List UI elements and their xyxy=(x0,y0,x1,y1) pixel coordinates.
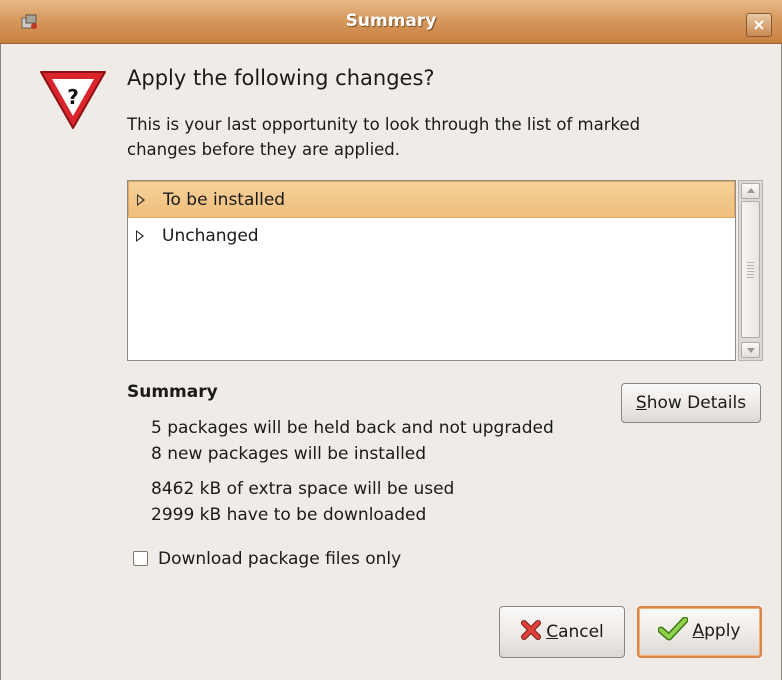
scroll-down-arrow-icon[interactable] xyxy=(741,342,760,358)
expander-arrow-icon[interactable] xyxy=(137,194,145,206)
download-only-checkbox[interactable] xyxy=(133,550,148,566)
tree-scrollbar[interactable] xyxy=(738,180,763,361)
tree-row-label: Unchanged xyxy=(162,226,259,246)
tree-row-unchanged[interactable]: Unchanged xyxy=(128,218,735,255)
checkmark-icon xyxy=(658,617,689,641)
summary-line: 8462 kB of extra space will be used xyxy=(151,479,455,499)
question-warning-icon: ? xyxy=(40,71,106,129)
tree-row-to-be-installed[interactable]: To be installed xyxy=(128,181,735,218)
close-button[interactable]: × xyxy=(746,13,772,37)
expander-arrow-icon[interactable] xyxy=(136,230,144,242)
scroll-up-arrow-icon[interactable] xyxy=(741,183,760,199)
apply-button[interactable]: Apply xyxy=(637,606,762,658)
button-label: ancel xyxy=(558,622,604,642)
dialog-heading: Apply the following changes? xyxy=(127,66,435,90)
checkbox-label: Download package files only xyxy=(158,549,402,569)
tree-row-label: To be installed xyxy=(163,190,286,210)
changes-tree[interactable]: To be installed Unchanged xyxy=(127,180,736,361)
button-label: how Details xyxy=(646,393,747,413)
cancel-x-icon xyxy=(521,620,542,640)
dialog-description: This is your last opportunity to look th… xyxy=(127,115,641,159)
button-label: pply xyxy=(704,621,741,641)
show-details-button[interactable]: Show Details xyxy=(621,383,761,423)
summary-line: 2999 kB have to be downloaded xyxy=(151,505,427,525)
summary-line: 5 packages will be held back and not upg… xyxy=(151,418,554,438)
download-only-option[interactable]: Download package files only xyxy=(133,549,401,569)
window-titlebar[interactable]: Summary × xyxy=(0,0,782,44)
scroll-thumb[interactable] xyxy=(741,201,760,338)
cancel-button[interactable]: Cancel xyxy=(499,606,625,658)
summary-line: 8 new packages will be installed xyxy=(151,444,427,464)
mnemonic: S xyxy=(635,393,647,413)
mnemonic: A xyxy=(692,621,705,641)
summary-heading: Summary xyxy=(127,382,218,402)
window-title: Summary xyxy=(345,11,437,31)
mnemonic: C xyxy=(546,622,559,642)
svg-text:?: ? xyxy=(67,85,79,109)
